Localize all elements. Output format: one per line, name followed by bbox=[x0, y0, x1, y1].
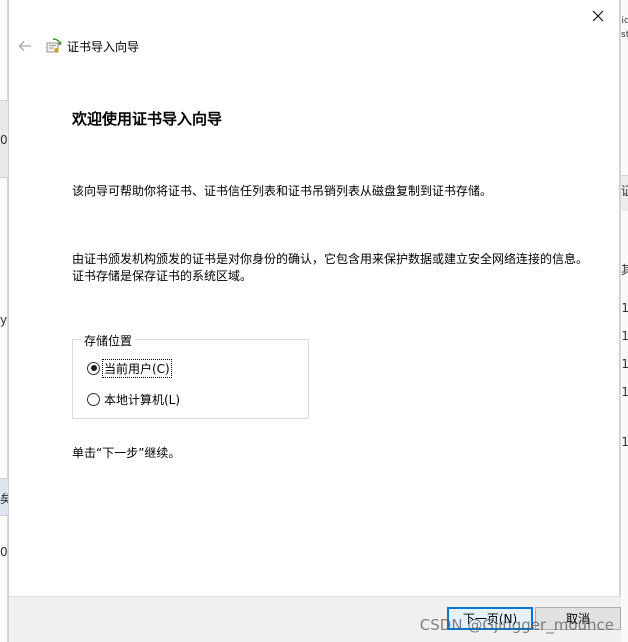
background-text: 1 bbox=[621, 357, 628, 371]
background-text: 1 bbox=[621, 385, 628, 399]
background-text: 其 bbox=[621, 263, 628, 277]
wizard-title: 证书导入向导 bbox=[67, 39, 140, 54]
close-icon bbox=[592, 10, 604, 22]
back-button[interactable] bbox=[15, 36, 35, 56]
radio-current-user[interactable]: 当前用户(C) bbox=[87, 358, 172, 378]
close-button[interactable] bbox=[587, 6, 609, 26]
background-text: 1 bbox=[621, 301, 628, 315]
background-text: 证 bbox=[621, 184, 628, 198]
radio-current-user-label: 当前用户(C) bbox=[102, 358, 172, 378]
background-text: st bbox=[621, 30, 628, 40]
wizard-header: 证书导入向导 bbox=[15, 36, 139, 56]
background-window-right-edge: ic st 证 其 1 1 1 1 1 bbox=[620, 0, 628, 642]
background-window-left-edge: 0 y 矣 0 bbox=[0, 0, 8, 642]
store-location-group: 存储位置 当前用户(C) 本地计算机(L) bbox=[72, 332, 309, 419]
continue-hint: 单击“下一步”继续。 bbox=[72, 446, 181, 460]
background-text: y bbox=[0, 313, 8, 327]
radio-local-machine-label: 本地计算机(L) bbox=[104, 392, 181, 407]
wizard-footer: 下一页(N) 取消 bbox=[9, 596, 621, 642]
cancel-button[interactable]: 取消 bbox=[535, 607, 621, 630]
background-text: 0 bbox=[0, 133, 8, 147]
next-button[interactable]: 下一页(N) bbox=[447, 607, 533, 630]
back-arrow-icon bbox=[18, 41, 31, 51]
background-text: 矣 bbox=[0, 492, 8, 506]
background-text: 1 bbox=[621, 435, 628, 449]
background-text: 1 bbox=[621, 329, 628, 343]
certificate-wizard-icon bbox=[46, 38, 62, 53]
radio-button-unchecked[interactable] bbox=[87, 392, 100, 406]
description-text: 由证书颁发机构颁发的证书是对你身份的确认，它包含用来保护数据或建立安全网络连接的… bbox=[72, 252, 589, 283]
intro-text: 该向导可帮助你将证书、证书信任列表和证书吊销列表从磁盘复制到证书存储。 bbox=[72, 184, 493, 198]
page-heading: 欢迎使用证书导入向导 bbox=[72, 110, 223, 128]
radio-local-machine[interactable]: 本地计算机(L) bbox=[87, 390, 181, 408]
background-text: 0 bbox=[0, 545, 8, 559]
certificate-import-wizard-dialog: 证书导入向导 欢迎使用证书导入向导 该向导可帮助你将证书、证书信任列表和证书吊销… bbox=[8, 0, 621, 642]
radio-button-checked[interactable] bbox=[87, 361, 100, 375]
background-text: ic bbox=[621, 16, 628, 26]
store-location-legend: 存储位置 bbox=[81, 332, 136, 349]
